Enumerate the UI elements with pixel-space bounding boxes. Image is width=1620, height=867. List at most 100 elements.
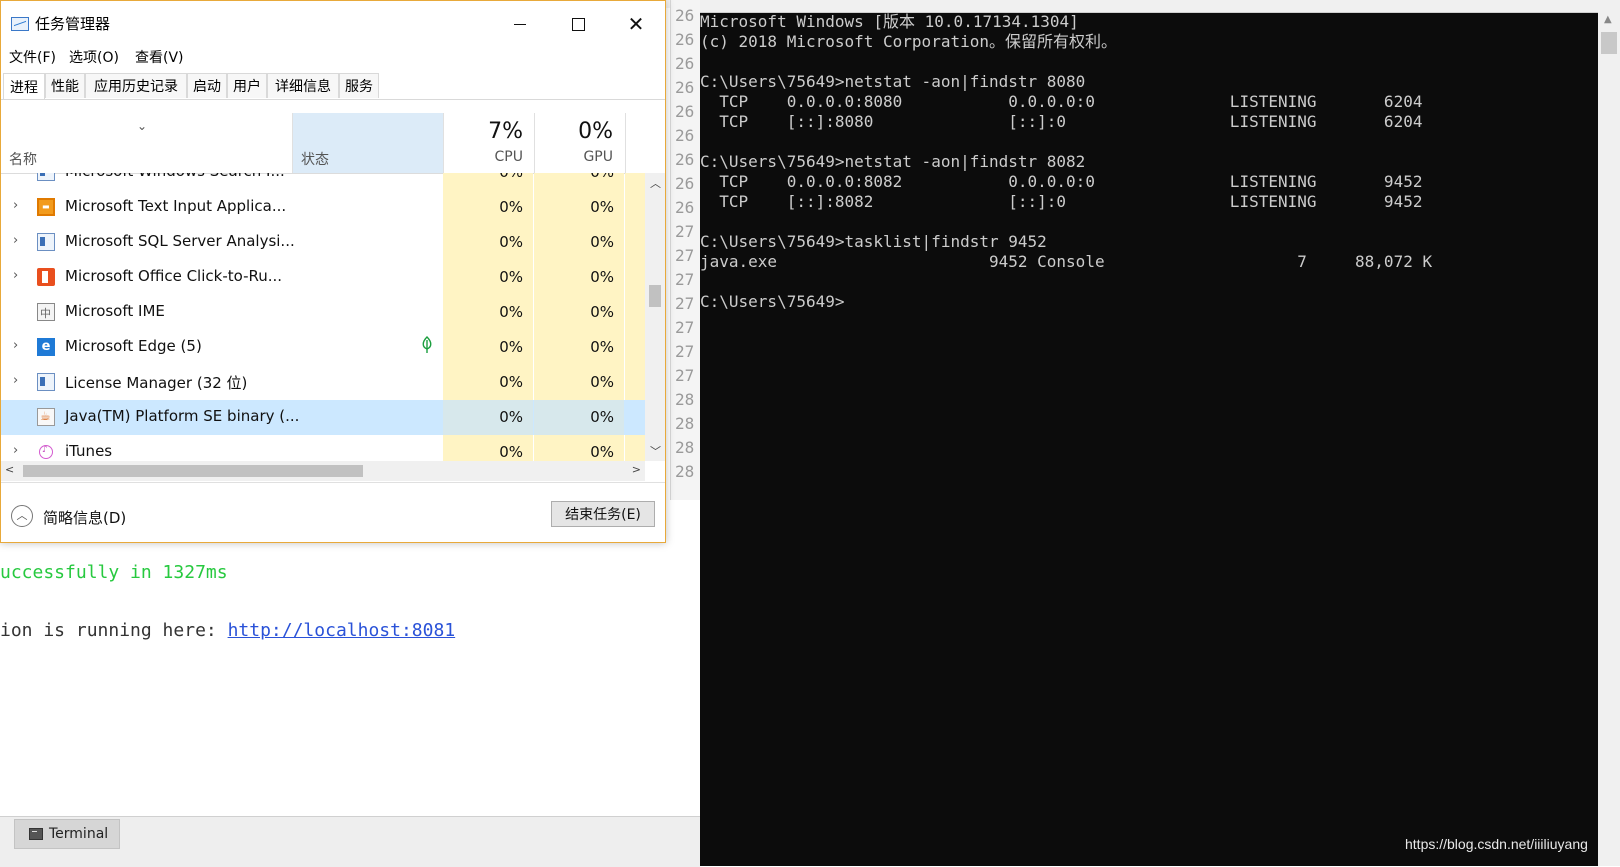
cmd-line: TCP [::]:8082 [::]:0 LISTENING 9452	[700, 192, 1423, 211]
tab-details[interactable]: 详细信息	[267, 73, 339, 98]
line-number: 26	[675, 126, 695, 145]
fewer-details-link[interactable]: 简略信息(D)	[43, 507, 126, 528]
process-row[interactable]: Java(TM) Platform SE binary (... 0% 0%	[1, 400, 645, 435]
gpu-value: 0%	[590, 198, 614, 216]
edge-icon: e	[37, 338, 55, 356]
cmd-line: TCP 0.0.0.0:8082 0.0.0.0:0 LISTENING 945…	[700, 172, 1423, 191]
chevron-left-icon[interactable]: <	[5, 463, 14, 476]
efficiency-leaf-icon	[422, 336, 432, 353]
column-gpu[interactable]: GPU	[583, 149, 613, 165]
ide-tool-window-bar: Terminal	[0, 816, 700, 867]
column-divider[interactable]	[292, 113, 293, 173]
cmd-line: C:\Users\75649>	[700, 292, 845, 311]
process-row[interactable]: › Microsoft SQL Server Analysi... 0% 0%	[1, 225, 645, 260]
column-name[interactable]: 名称	[9, 149, 37, 169]
localhost-link[interactable]: http://localhost:8081	[228, 620, 456, 641]
cpu-value: 0%	[499, 173, 523, 181]
ide-line-gutter: 26 26 26 26 26 26 26 26 26 27 27 27 27 27 27 27 28 28 28 28	[670, 0, 701, 500]
chevron-up-icon[interactable]: ︿	[650, 175, 661, 191]
column-cpu[interactable]: CPU	[495, 149, 523, 165]
line-number: 28	[675, 414, 695, 433]
process-name: Java(TM) Platform SE binary (...	[65, 407, 300, 425]
close-button[interactable]: ✕	[607, 1, 665, 47]
cmd-window[interactable]: Microsoft Windows [版本 10.0.17134.1304] (c…	[700, 0, 1620, 866]
cpu-cell: 0%	[443, 400, 533, 435]
tab-users[interactable]: 用户	[227, 73, 267, 98]
chevron-right-icon[interactable]: ›	[13, 198, 18, 213]
line-number: 26	[675, 6, 695, 25]
maximize-icon	[571, 17, 585, 31]
column-divider[interactable]	[534, 113, 535, 173]
process-row[interactable]: › License Manager (32 位) 0% 0%	[1, 365, 645, 400]
tab-services[interactable]: 服务	[339, 73, 379, 98]
cpu-cell: 0%	[443, 173, 533, 190]
end-task-button[interactable]: 结束任务(E)	[551, 501, 655, 527]
chevron-up-circle-icon[interactable]: ︿	[11, 505, 33, 527]
gpu-cell: 0%	[534, 365, 624, 400]
menu-view[interactable]: 查看(V)	[135, 47, 184, 67]
cpu-value: 0%	[499, 373, 523, 391]
vertical-scroll-thumb[interactable]	[649, 285, 661, 307]
chevron-down-icon[interactable]: ⌄	[137, 119, 147, 133]
vertical-scrollbar[interactable]: ︿ ﹀	[645, 173, 665, 461]
task-manager-window[interactable]: 任务管理器 ✕ 文件(F) 选项(O) 查看(V) 进程 性能 应用历史记录 启…	[0, 0, 666, 543]
terminal-tab-label: Terminal	[49, 826, 109, 842]
tab-startup[interactable]: 启动	[187, 73, 227, 98]
tab-app-history[interactable]: 应用历史记录	[85, 73, 187, 98]
chevron-down-icon[interactable]: ﹀	[650, 443, 661, 459]
task-manager-icon	[11, 17, 29, 31]
line-number: 28	[675, 390, 695, 409]
chevron-right-icon[interactable]: ›	[13, 268, 18, 283]
gpu-cell: 0%	[534, 260, 624, 295]
cmd-scroll-thumb[interactable]	[1601, 32, 1617, 54]
chevron-right-icon[interactable]: ›	[13, 443, 18, 458]
tab-performance[interactable]: 性能	[45, 73, 85, 98]
horizontal-scrollbar[interactable]: < >	[1, 461, 645, 481]
cpu-cell: 0%	[443, 295, 533, 330]
chevron-right-icon[interactable]: ›	[13, 173, 18, 178]
cpu-value: 0%	[499, 443, 523, 461]
line-number: 26	[675, 150, 695, 169]
line-number: 28	[675, 438, 695, 457]
terminal-tab[interactable]: Terminal	[14, 819, 120, 849]
chevron-right-icon[interactable]: ›	[13, 373, 18, 388]
process-list[interactable]: › Microsoft Windows Search I... 0% 0% › Micro…	[1, 173, 645, 461]
line-number: 26	[675, 198, 695, 217]
maximize-button[interactable]	[549, 1, 607, 47]
gpu-value: 0%	[590, 443, 614, 461]
column-divider[interactable]	[443, 113, 444, 173]
window-icon	[37, 373, 55, 391]
line-number: 26	[675, 174, 695, 193]
close-icon: ✕	[627, 12, 645, 36]
process-row[interactable]: › e Microsoft Edge (5) 0% 0%	[1, 330, 645, 365]
process-table-header: ⌄ 名称 状态 7% CPU 0% GPU	[1, 113, 645, 174]
horizontal-scroll-thumb[interactable]	[23, 465, 363, 477]
chevron-right-icon[interactable]: >	[632, 463, 641, 476]
cmd-output[interactable]: Microsoft Windows [版本 10.0.17134.1304] (c…	[700, 12, 1432, 312]
gpu-total-percent: 0%	[578, 119, 613, 144]
menu-options[interactable]: 选项(O)	[69, 47, 119, 67]
process-row[interactable]: Microsoft IME 0% 0%	[1, 295, 645, 330]
chevron-right-icon[interactable]: ›	[13, 233, 18, 248]
cmd-scrollbar[interactable]: ▲	[1598, 12, 1620, 866]
minimize-button[interactable]	[491, 1, 549, 47]
process-row[interactable]: › iTunes 0% 0%	[1, 435, 645, 461]
cpu-value: 0%	[499, 303, 523, 321]
line-number: 27	[675, 222, 695, 241]
cpu-cell: 0%	[443, 330, 533, 365]
cmd-line	[700, 212, 1432, 232]
column-divider[interactable]	[625, 113, 626, 173]
tm-titlebar[interactable]: 任务管理器 ✕	[1, 1, 665, 47]
cpu-value: 0%	[499, 338, 523, 356]
process-row[interactable]: › Microsoft Windows Search I... 0% 0%	[1, 173, 645, 190]
process-row[interactable]: › Microsoft Office Click-to-Ru... 0% 0%	[1, 260, 645, 295]
cmd-line: TCP [::]:8080 [::]:0 LISTENING 6204	[700, 112, 1423, 131]
column-status[interactable]: 状态	[301, 149, 329, 169]
scroll-up-icon[interactable]: ▲	[1604, 14, 1612, 25]
menu-file[interactable]: 文件(F)	[9, 47, 56, 67]
cpu-cell: 0%	[443, 365, 533, 400]
window-icon	[37, 233, 55, 251]
process-row[interactable]: › Microsoft Text Input Applica... 0% 0%	[1, 190, 645, 225]
tab-processes[interactable]: 进程	[3, 73, 45, 99]
chevron-right-icon[interactable]: ›	[13, 338, 18, 353]
